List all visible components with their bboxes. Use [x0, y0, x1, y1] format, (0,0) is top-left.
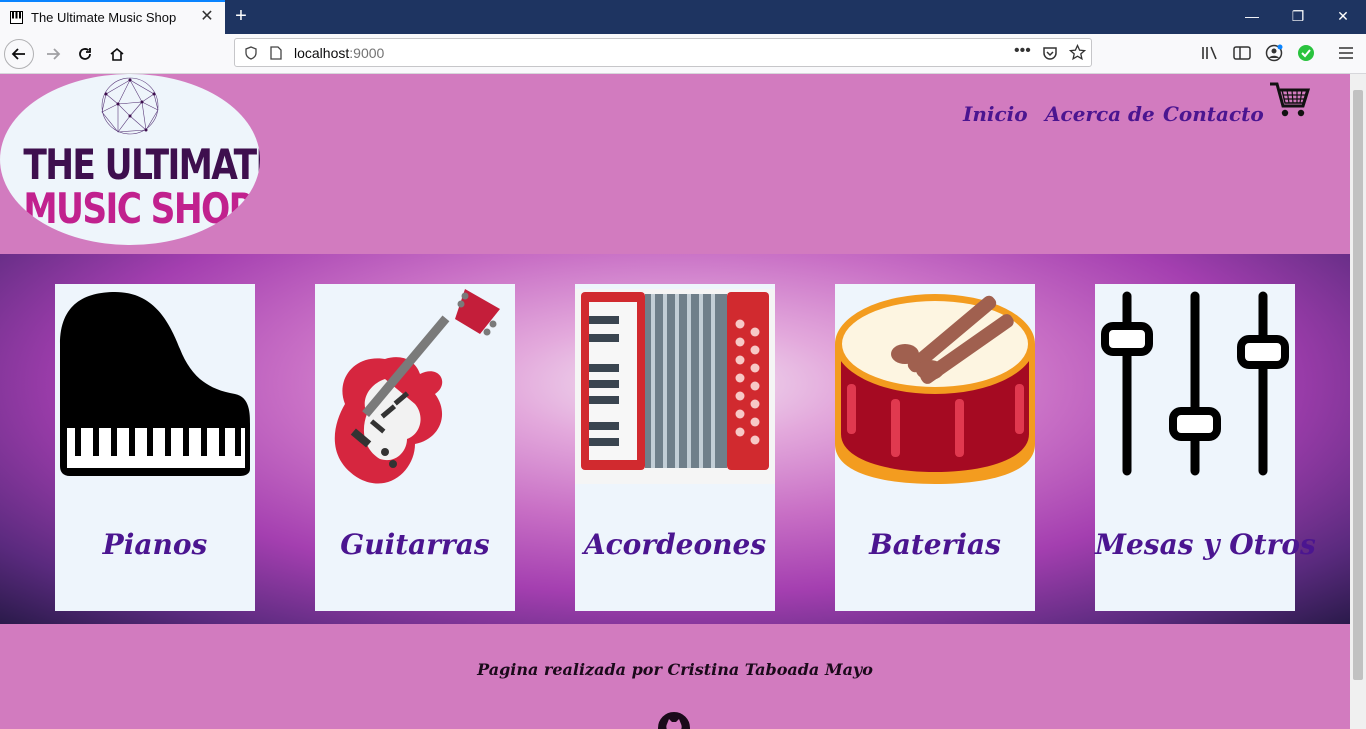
home-button[interactable]: [102, 39, 132, 69]
logo-title-line2: MUSIC SHOP: [23, 184, 254, 233]
account-icon[interactable]: [1265, 44, 1283, 62]
category-label: Guitarras: [340, 528, 490, 561]
arrow-left-icon: [11, 48, 25, 60]
url-bar[interactable]: localhost:9000 •••: [234, 38, 1092, 67]
close-window-icon[interactable]: ✕: [1320, 5, 1366, 27]
shopping-cart-icon[interactable]: [1268, 80, 1312, 120]
sidebar-icon[interactable]: [1233, 44, 1251, 62]
reload-button[interactable]: [70, 39, 100, 69]
close-tab-icon[interactable]: ✕: [199, 8, 215, 26]
category-card-baterias[interactable]: Baterias: [835, 284, 1035, 611]
library-icon[interactable]: [1201, 44, 1219, 62]
category-card-pianos[interactable]: Pianos: [55, 284, 255, 611]
categories-section: Pianos Guitarras Acordeones Baterias Mes…: [0, 254, 1350, 624]
category-card-acordeones[interactable]: Acordeones: [575, 284, 775, 611]
category-card-guitarras[interactable]: Guitarras: [315, 284, 515, 611]
shield-icon: [245, 46, 257, 60]
url-host: localhost: [294, 45, 350, 61]
forward-button[interactable]: [38, 39, 68, 69]
nav-link-acerca[interactable]: Acerca de: [1045, 102, 1155, 126]
piano-favicon-icon: [10, 11, 23, 24]
minimize-icon[interactable]: —: [1229, 5, 1275, 27]
github-icon[interactable]: [656, 710, 692, 729]
logo[interactable]: THE ULTIMATE MUSIC SHOP: [0, 74, 260, 245]
site-footer: Pagina realizada por Cristina Taboada Ma…: [0, 624, 1350, 729]
menu-icon[interactable]: [1337, 44, 1355, 62]
nav-link-inicio[interactable]: Inicio: [963, 102, 1028, 126]
mixer-icon: [1101, 291, 1289, 476]
guitar-icon: [334, 289, 500, 484]
category-card-mesas[interactable]: Mesas y Otros: [1095, 284, 1316, 611]
category-label: Baterias: [869, 528, 1001, 561]
page-viewport: THE ULTIMATE MUSIC SHOP Inicio Acerca de…: [0, 74, 1350, 729]
url-port: :9000: [349, 45, 385, 61]
piano-icon: [60, 292, 250, 476]
url-text: localhost:9000: [294, 45, 384, 61]
home-icon: [110, 47, 124, 61]
browser-tab-strip: The Ultimate Music Shop ✕ + — ❐ ✕: [0, 0, 1366, 34]
accordion-icon: [575, 289, 775, 484]
drum-icon: [835, 294, 1035, 484]
reload-icon: [79, 48, 91, 60]
scrollbar-thumb[interactable]: [1353, 90, 1363, 680]
browser-tab[interactable]: The Ultimate Music Shop ✕: [0, 0, 225, 34]
page-icon: [270, 46, 282, 60]
page-actions-icon[interactable]: •••: [1014, 42, 1031, 60]
site-header: THE ULTIMATE MUSIC SHOP Inicio Acerca de…: [0, 74, 1350, 254]
category-label: Pianos: [102, 528, 208, 561]
vertical-scrollbar[interactable]: [1350, 74, 1366, 729]
browser-toolbar: localhost:9000 •••: [0, 34, 1366, 74]
network-globe-icon: [101, 77, 159, 135]
restore-icon[interactable]: ❐: [1275, 5, 1321, 27]
arrow-right-icon: [47, 48, 61, 60]
pocket-icon[interactable]: [1042, 45, 1058, 61]
tab-title: The Ultimate Music Shop: [31, 10, 177, 25]
bookmark-star-icon[interactable]: [1069, 44, 1086, 61]
back-button[interactable]: [4, 39, 34, 69]
nav-link-contacto[interactable]: Contacto: [1163, 102, 1264, 126]
category-label: Acordeones: [583, 528, 767, 561]
new-tab-icon[interactable]: +: [231, 5, 251, 27]
logo-title-line1: THE ULTIMATE: [23, 140, 260, 189]
footer-credit: Pagina realizada por Cristina Taboada Ma…: [477, 660, 873, 679]
category-label: Mesas y Otros: [1095, 528, 1316, 561]
extension-check-icon[interactable]: [1297, 44, 1315, 62]
